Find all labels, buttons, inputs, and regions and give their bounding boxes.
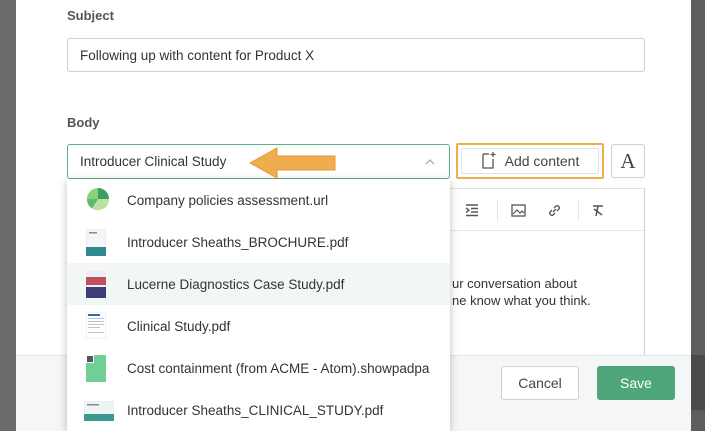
- orange-arrow-annotation: [248, 147, 336, 179]
- image-icon[interactable]: [508, 200, 528, 220]
- content-select-value: Introducer Clinical Study: [80, 154, 227, 169]
- dropdown-item[interactable]: Introducer Sheaths_BROCHURE.pdf: [67, 221, 450, 263]
- pdf-thumbnail: [85, 228, 110, 257]
- add-document-icon: [481, 151, 497, 172]
- content-dropdown-menu: Company policies assessment.url Introduc…: [67, 179, 450, 431]
- chevron-up-icon: [425, 157, 435, 168]
- dropdown-item[interactable]: Lucerne Diagnostics Case Study.pdf: [67, 263, 450, 305]
- clear-format-icon[interactable]: [588, 200, 608, 220]
- dropdown-item-label: Introducer Sheaths_BROCHURE.pdf: [127, 234, 349, 250]
- add-content-button[interactable]: Add content: [456, 143, 604, 179]
- subject-label: Subject: [67, 8, 114, 23]
- backdrop-edge-footer: [691, 355, 705, 410]
- font-format-button[interactable]: A: [611, 144, 645, 178]
- body-label: Body: [67, 115, 100, 130]
- dropdown-item-label: Cost containment (from ACME - Atom).show…: [127, 360, 430, 376]
- cancel-button[interactable]: Cancel: [501, 366, 579, 400]
- dropdown-item-label: Lucerne Diagnostics Case Study.pdf: [127, 276, 345, 292]
- indent-icon[interactable]: [462, 200, 482, 220]
- pdf-thumbnail: [85, 311, 110, 340]
- dropdown-item[interactable]: Clinical Study.pdf: [67, 305, 450, 347]
- dropdown-item-label: Company policies assessment.url: [127, 192, 329, 208]
- save-button[interactable]: Save: [597, 366, 675, 400]
- url-pie-icon: [86, 187, 110, 213]
- body-text-line-2: ne know what you think.: [452, 293, 591, 308]
- pdf-thumbnail: [85, 270, 110, 299]
- subject-input[interactable]: Following up with content for Product X: [67, 38, 645, 72]
- dropdown-item[interactable]: Introducer Sheaths_CLINICAL_STUDY.pdf: [67, 389, 450, 431]
- body-text-line-1: ur conversation about: [452, 276, 578, 291]
- pdf-thumbnail: [83, 400, 115, 422]
- dropdown-item-label: Introducer Sheaths_CLINICAL_STUDY.pdf: [127, 402, 384, 418]
- dropdown-item[interactable]: Company policies assessment.url: [67, 179, 450, 221]
- link-icon[interactable]: [544, 200, 564, 220]
- dropdown-item-label: Clinical Study.pdf: [127, 318, 231, 334]
- subject-value: Following up with content for Product X: [80, 47, 315, 63]
- dropdown-item[interactable]: Cost containment (from ACME - Atom).show…: [67, 347, 450, 389]
- add-content-label: Add content: [504, 153, 580, 169]
- showpad-thumbnail: [86, 355, 110, 382]
